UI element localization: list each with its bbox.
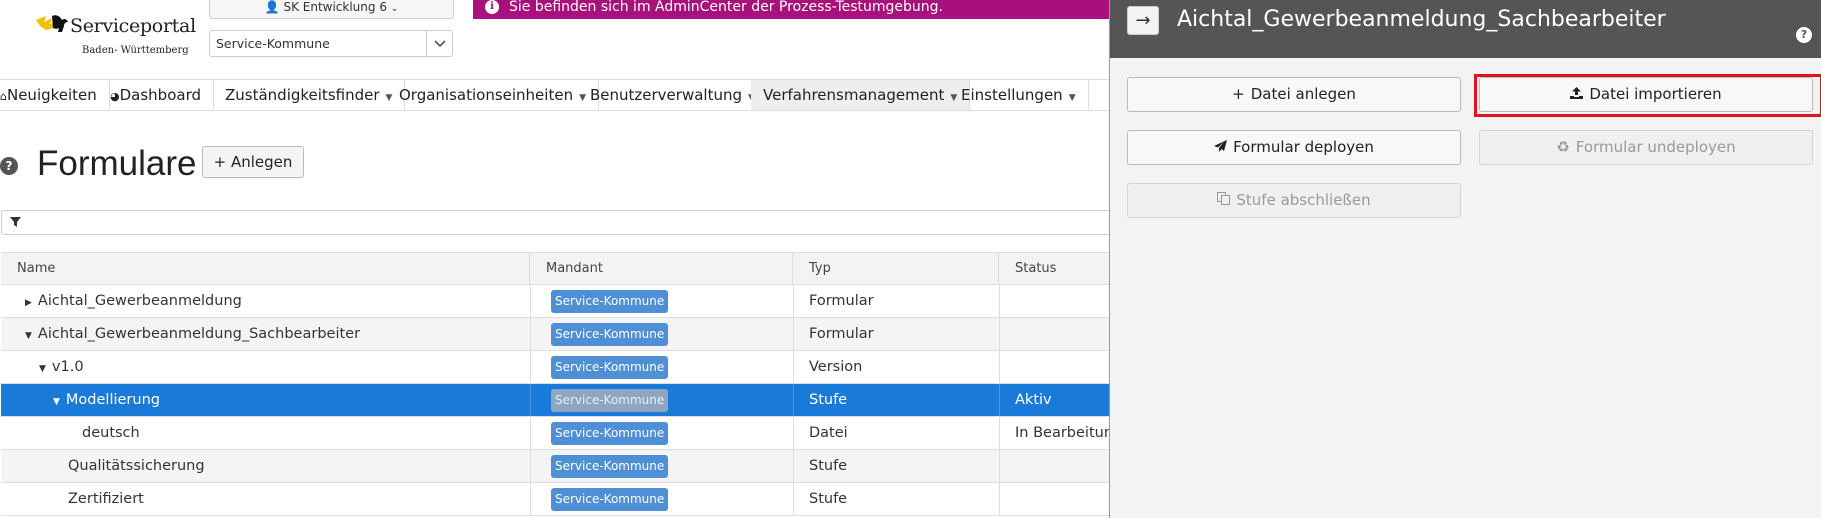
nav-item-dashboard[interactable]: ◕Dashboard xyxy=(98,80,214,110)
row-typ: Formular xyxy=(809,326,874,342)
plus-icon: + xyxy=(213,153,227,171)
copy-icon xyxy=(1217,184,1231,217)
table-row[interactable]: ▼ v1.0 Service-Kommune Version xyxy=(1,351,1111,384)
row-name: Qualitätssicherung xyxy=(68,458,205,474)
table-row[interactable]: ▶ Aichtal_Gewerbeanmeldung Service-Kommun… xyxy=(1,285,1111,318)
filter-bar[interactable] xyxy=(1,210,1111,235)
nav-item-label: Verfahrensmanagement xyxy=(763,86,945,104)
serviceportal-logo[interactable]: Serviceportal Baden- Württemberg xyxy=(32,12,202,58)
row-typ: Stufe xyxy=(809,458,848,474)
nav-item-zustaendigkeitsfinder[interactable]: Zuständigkeitsfinder ▼ xyxy=(213,80,406,110)
datei-anlegen-button[interactable]: + Datei anlegen xyxy=(1127,77,1461,112)
mandant-select[interactable]: Service-Kommune xyxy=(209,30,453,57)
highlight-box xyxy=(1474,74,1821,117)
logo-subtitle: Baden- Württemberg xyxy=(82,45,189,56)
forms-table: Name Mandant Typ Status ▶ Aichtal_Gewerbe… xyxy=(1,252,1122,516)
panel-header: → Aichtal_Gewerbeanmeldung_Sachbearbeite… xyxy=(1110,0,1821,58)
help-icon[interactable]: ? xyxy=(0,157,18,175)
chevron-down-icon[interactable] xyxy=(426,31,452,56)
table-row[interactable]: deutsch Service-Kommune Datei In Bearbei… xyxy=(1,417,1122,450)
table-row[interactable]: ▼ Aichtal_Gewerbeanmeldung_Sachbearbeiter… xyxy=(1,318,1111,351)
mandant-badge: Service-Kommune xyxy=(551,356,669,379)
table-row-selected[interactable]: ▼ Modellierung Service-Kommune Stufe Akti… xyxy=(1,384,1111,417)
datei-anlegen-label: Datei anlegen xyxy=(1250,85,1356,103)
row-typ: Stufe xyxy=(809,392,848,408)
info-icon: i xyxy=(485,0,499,14)
nav-item-label: Benutzerverwaltung xyxy=(590,86,742,104)
nav-item-einstellungen[interactable]: Einstellungen ▼ xyxy=(949,80,1089,110)
filter-icon[interactable] xyxy=(10,217,21,227)
stufe-abschliessen-label: Stufe abschließen xyxy=(1236,191,1371,209)
nav-item-organisationseinheiten[interactable]: Organisationseinheiten ▼ xyxy=(387,80,599,110)
column-header-name[interactable]: Name xyxy=(1,253,530,285)
chevron-down-icon: ⌄ xyxy=(390,4,399,14)
dashboard-icon: ◕ xyxy=(110,90,120,103)
nav-item-label: Dashboard xyxy=(119,86,201,104)
row-status: Aktiv xyxy=(1015,392,1052,408)
row-typ: Version xyxy=(809,359,863,375)
user-dropdown-button[interactable]: 👤 SK Entwicklung 6 ⌄ xyxy=(209,0,454,19)
nav-item-label: Einstellungen xyxy=(961,86,1063,104)
stufe-abschliessen-button[interactable]: Stufe abschließen xyxy=(1127,183,1461,218)
row-typ: Formular xyxy=(809,293,874,309)
nav-item-label: Zuständigkeitsfinder xyxy=(225,86,380,104)
mandant-badge: Service-Kommune xyxy=(551,488,669,511)
row-name: Zertifiziert xyxy=(68,491,144,507)
row-name: v1.0 xyxy=(51,359,84,375)
user-label: SK Entwicklung 6 xyxy=(283,0,387,14)
info-banner: i Sie befinden sich im AdminCenter der Pr… xyxy=(473,0,1113,19)
nav-item-neuigkeiten[interactable]: ⌂Neuigkeiten xyxy=(0,80,110,110)
table-row[interactable]: Zertifiziert Service-Kommune Stufe xyxy=(1,483,1111,516)
detail-side-panel: → Aichtal_Gewerbeanmeldung_Sachbearbeite… xyxy=(1109,0,1821,518)
mandant-badge: Service-Kommune xyxy=(551,323,669,346)
column-header-typ[interactable]: Typ xyxy=(793,253,999,285)
caret-right-icon[interactable]: ▶ xyxy=(25,287,32,319)
lion-emblem-icon xyxy=(36,15,68,33)
formular-deployen-button[interactable]: Formular deployen xyxy=(1127,130,1461,165)
arrow-right-icon: → xyxy=(1135,10,1151,31)
caret-down-icon[interactable]: ▼ xyxy=(39,353,46,385)
main-navigation: ⌂Neuigkeiten ◕Dashboard Zuständigkeitsfi… xyxy=(0,79,1110,111)
row-name: Aichtal_Gewerbeanmeldung xyxy=(37,293,242,309)
panel-title: Aichtal_Gewerbeanmeldung_Sachbearbeiter xyxy=(1177,7,1666,32)
column-header-mandant[interactable]: Mandant xyxy=(530,253,793,285)
page-title: Formulare xyxy=(37,144,197,183)
row-typ: Datei xyxy=(809,425,848,441)
row-name: deutsch xyxy=(82,425,140,441)
table-header: Name Mandant Typ Status xyxy=(1,252,1111,285)
mandant-badge: Service-Kommune xyxy=(551,290,669,313)
nav-item-label: Organisationseinheiten xyxy=(399,86,574,104)
row-name: Modellierung xyxy=(65,392,160,408)
mandant-badge: Service-Kommune xyxy=(551,389,669,412)
formular-undeployen-label: Formular undeployen xyxy=(1575,138,1736,156)
row-name: Aichtal_Gewerbeanmeldung_Sachbearbeiter xyxy=(37,326,361,342)
nav-item-label: Neuigkeiten xyxy=(6,86,97,104)
caret-down-icon[interactable]: ▼ xyxy=(53,386,60,418)
help-icon[interactable]: ? xyxy=(1796,27,1812,43)
info-banner-text: Sie befinden sich im AdminCenter der Pro… xyxy=(509,0,944,15)
chevron-down-icon: ▼ xyxy=(1068,93,1076,103)
mandant-select-value: Service-Kommune xyxy=(216,36,330,51)
caret-down-icon[interactable]: ▼ xyxy=(25,320,32,352)
paper-plane-icon xyxy=(1214,131,1228,164)
home-icon: ⌂ xyxy=(0,90,7,103)
nav-item-benutzerverwaltung[interactable]: Benutzerverwaltung▼ xyxy=(578,80,768,110)
add-button[interactable]: + Anlegen xyxy=(202,146,304,178)
mandant-badge: Service-Kommune xyxy=(551,422,669,445)
column-header-status[interactable]: Status xyxy=(999,253,1111,285)
add-button-label: Anlegen xyxy=(230,153,293,171)
app-root: Serviceportal Baden- Württemberg 👤 SK En… xyxy=(0,0,1821,518)
formular-undeployen-button[interactable]: ♻ Formular undeployen xyxy=(1479,130,1813,165)
formular-deployen-label: Formular deployen xyxy=(1233,138,1374,156)
logo-title: Serviceportal xyxy=(70,15,196,37)
nav-item-verfahrensmanagement[interactable]: Verfahrensmanagement ▼ xyxy=(751,80,971,110)
recycle-icon: ♻ xyxy=(1556,138,1570,156)
plus-icon: + xyxy=(1232,85,1245,103)
mandant-badge: Service-Kommune xyxy=(551,455,669,478)
row-typ: Stufe xyxy=(809,491,848,507)
user-icon: 👤 xyxy=(264,0,280,14)
close-panel-button[interactable]: → xyxy=(1127,6,1159,35)
row-status: In Bearbeitung xyxy=(1015,425,1123,441)
table-row[interactable]: Qualitätssicherung Service-Kommune Stufe xyxy=(1,450,1111,483)
